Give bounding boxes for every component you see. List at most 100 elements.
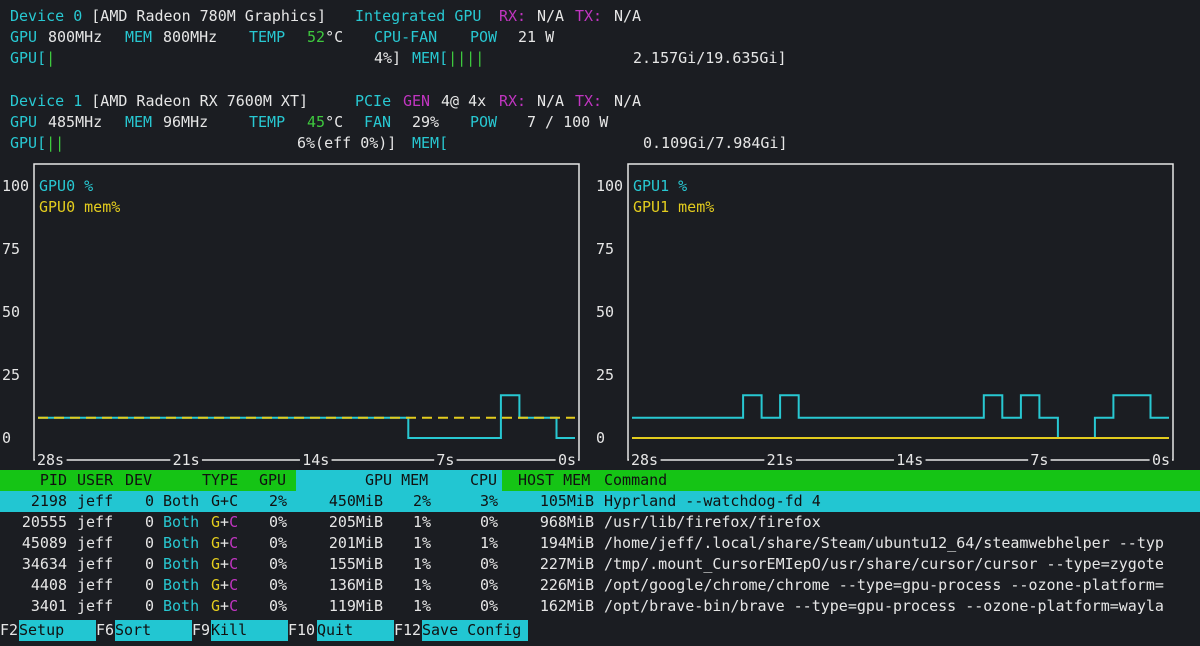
table-row[interactable]: 4408 jeff 0 Both 0% 136MiB 1% 0% 226MiB/opt/goog… bbox=[0, 575, 1200, 596]
series-line bbox=[38, 394, 575, 439]
cell-engine-type: G+C bbox=[211, 555, 239, 573]
cell-gpu-mem-pct: 2% bbox=[412, 492, 431, 510]
cell-pid: 3401 bbox=[30, 597, 67, 615]
legend-entry: GPU0 % bbox=[39, 177, 93, 195]
cell-user: jeff bbox=[77, 555, 114, 573]
fkey-label-kill[interactable]: Kill bbox=[211, 620, 288, 641]
cell-dev: 0 bbox=[144, 513, 154, 531]
fkey-label-save-config[interactable]: Save Config bbox=[422, 620, 528, 641]
fkey-f12[interactable]: F12 bbox=[394, 620, 421, 641]
header-gpu-mem[interactable]: GPU MEM bbox=[365, 470, 428, 491]
y-tick-label: 75 bbox=[2, 240, 20, 258]
cell-host-mem: 968MiB bbox=[539, 513, 594, 531]
header-user[interactable]: USER bbox=[77, 470, 113, 491]
gpu-usage-charts: 100 75 50 25 0 28s 21s 14s 7s 0s GPU0 % GPU0 mem% 10… bbox=[2, 163, 1174, 469]
legend-entry: GPU1 % bbox=[633, 177, 687, 195]
fkey-label-quit[interactable]: Quit bbox=[317, 620, 394, 641]
cell-host-mem: 227MiB bbox=[539, 555, 594, 573]
fkey-f6[interactable]: F6 bbox=[96, 620, 114, 641]
cell-dev: 0 bbox=[144, 597, 154, 615]
fkey-f10[interactable]: F10 bbox=[288, 620, 315, 641]
cell-cpu-usage: 0% bbox=[479, 576, 498, 594]
cell-pid: 34634 bbox=[21, 555, 67, 573]
y-tick-label: 50 bbox=[2, 303, 20, 321]
cell-engine-type: G+C bbox=[211, 513, 239, 531]
legend-entry: GPU1 mem% bbox=[633, 198, 714, 216]
x-tick-label: 0s bbox=[1152, 451, 1170, 469]
y-tick-label: 50 bbox=[596, 303, 614, 321]
fkey-f2[interactable]: F2 bbox=[0, 620, 18, 641]
header-pid[interactable]: PID bbox=[0, 470, 67, 491]
fkey-label-setup[interactable]: Setup bbox=[19, 620, 96, 641]
cell-pid: 4408 bbox=[30, 576, 67, 594]
cell-command: /home/jeff/.local/share/Steam/ubuntu12_6… bbox=[604, 534, 1164, 552]
cell-command: Hyprland --watchdog-fd 4 bbox=[604, 492, 821, 510]
y-tick-label: 75 bbox=[596, 240, 614, 258]
cell-pid: 45089 bbox=[21, 534, 67, 552]
table-row[interactable]: 3401 jeff 0 Both 0% 119MiB 1% 0% 162MiB/opt/brav… bbox=[0, 596, 1200, 617]
cell-gpu-mem: 136MiB bbox=[328, 576, 383, 594]
cell-dev: 0 bbox=[144, 492, 154, 510]
cell-cpu-usage: 3% bbox=[479, 492, 498, 510]
x-tick-label: 21s bbox=[173, 451, 200, 469]
cell-gpu-mem-pct: 1% bbox=[412, 534, 431, 552]
cell-cpu-usage: 0% bbox=[479, 597, 498, 615]
cell-gpu-mem-pct: 1% bbox=[412, 576, 431, 594]
cell-engine-type: G+C bbox=[211, 492, 239, 510]
y-tick-label: 25 bbox=[2, 366, 20, 384]
x-tick-label: 0s bbox=[558, 451, 576, 469]
cell-type: Both bbox=[163, 534, 200, 552]
series-line bbox=[632, 394, 1169, 439]
y-tick-label: 0 bbox=[596, 429, 605, 447]
cell-gpu-mem: 119MiB bbox=[328, 597, 383, 615]
table-row[interactable]: 34634 jeff 0 Both 0% 155MiB 1% 0% 227MiB/tmp/.mo… bbox=[0, 554, 1200, 575]
header-dev[interactable]: DEV bbox=[125, 470, 152, 491]
header-command[interactable]: Command bbox=[604, 470, 667, 491]
cell-user: jeff bbox=[77, 492, 114, 510]
cell-command: /opt/brave-bin/brave --type=gpu-process … bbox=[604, 597, 1164, 615]
cell-gpu-mem: 205MiB bbox=[328, 513, 383, 531]
fkey-label-sort[interactable]: Sort bbox=[115, 620, 192, 641]
y-tick-label: 100 bbox=[2, 177, 29, 195]
y-tick-label: 100 bbox=[596, 177, 623, 195]
cell-engine-type: G+C bbox=[211, 534, 239, 552]
cell-pid: 20555 bbox=[21, 513, 67, 531]
cell-engine-type: G+C bbox=[211, 576, 239, 594]
header-gpu[interactable]: GPU bbox=[259, 470, 286, 491]
cell-user: jeff bbox=[77, 576, 114, 594]
cell-host-mem: 105MiB bbox=[539, 492, 594, 510]
table-row[interactable]: 2198 jeff 0 Both 2% 450MiB 2% 3% 105MiB Hyprland … bbox=[0, 491, 1200, 512]
cell-dev: 0 bbox=[144, 534, 154, 552]
header-cpu[interactable]: CPU bbox=[470, 470, 497, 491]
process-table-header[interactable]: PID USER DEV TYPE GPU GPU MEM CPU HOST M… bbox=[0, 470, 1200, 491]
cell-cpu-usage: 0% bbox=[479, 555, 498, 573]
cell-type: Both bbox=[163, 492, 200, 510]
y-tick-label: 0 bbox=[2, 429, 11, 447]
cell-type: Both bbox=[163, 597, 200, 615]
function-key-bar: F2 Setup F6 Sort F9 Kill F10 Quit F12 Save Config bbox=[0, 620, 1200, 641]
cell-gpu-usage: 0% bbox=[268, 555, 287, 573]
cell-gpu-usage: 0% bbox=[268, 513, 287, 531]
header-type[interactable]: TYPE bbox=[202, 470, 238, 491]
cell-gpu-mem-pct: 1% bbox=[412, 513, 431, 531]
table-row[interactable]: 45089 jeff 0 Both 0% 201MiB 1% 1% 194MiB/home/je… bbox=[0, 533, 1200, 554]
table-row[interactable]: 20555 jeff 0 Both 0% 205MiB 1% 0% 968MiB/usr/lib… bbox=[0, 512, 1200, 533]
cell-pid: 2198 bbox=[30, 492, 67, 510]
cell-type: Both bbox=[163, 555, 200, 573]
fkey-f9[interactable]: F9 bbox=[192, 620, 210, 641]
x-tick-label: 21s bbox=[767, 451, 794, 469]
cell-user: jeff bbox=[77, 597, 114, 615]
x-tick-label: 7s bbox=[436, 451, 454, 469]
cell-gpu-usage: 0% bbox=[268, 576, 287, 594]
cell-engine-type: G+C bbox=[211, 597, 239, 615]
cell-cpu-usage: 1% bbox=[479, 534, 498, 552]
x-tick-label: 28s bbox=[631, 451, 658, 469]
cell-gpu-mem: 155MiB bbox=[328, 555, 383, 573]
x-tick-label: 28s bbox=[37, 451, 64, 469]
cell-command: /usr/lib/firefox/firefox bbox=[604, 513, 821, 531]
cell-gpu-usage: 0% bbox=[268, 597, 287, 615]
cell-gpu-usage: 2% bbox=[268, 492, 287, 510]
header-host-mem[interactable]: HOST MEM bbox=[518, 470, 590, 491]
cell-host-mem: 226MiB bbox=[539, 576, 594, 594]
cell-dev: 0 bbox=[144, 555, 154, 573]
